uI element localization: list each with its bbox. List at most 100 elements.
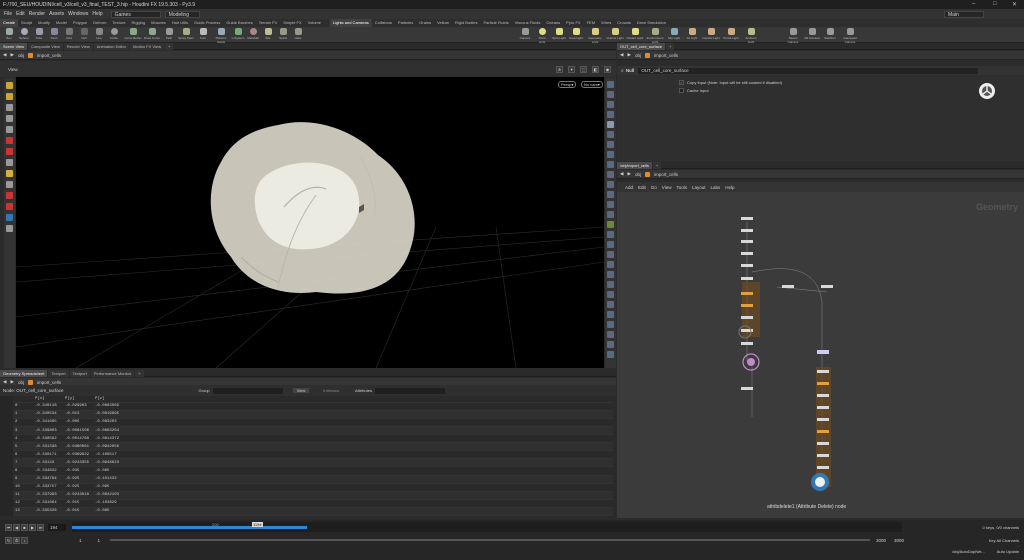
- range-start-2[interactable]: 1: [98, 538, 101, 543]
- shelf-tab[interactable]: Model: [53, 19, 70, 27]
- table-row[interactable]: 1 -0.340534 -0.013 -0.0819995: [13, 410, 613, 419]
- shelf-tab[interactable]: Wires: [598, 19, 614, 27]
- loop-icon[interactable]: ↻: [5, 536, 12, 544]
- tool-curve-bezier[interactable]: Curve Bezier: [124, 28, 142, 40]
- move-tool-icon[interactable]: [6, 104, 13, 111]
- tool-circle[interactable]: Circle: [107, 28, 121, 40]
- net-menu-labs[interactable]: Labs: [711, 185, 721, 190]
- shelf-tab[interactable]: Guide Brushes: [223, 19, 255, 27]
- table-row[interactable]: 9 -0.334784 -0.025 -0.101432: [13, 475, 613, 484]
- tool-geometry-light[interactable]: Geometry Light: [586, 28, 604, 44]
- shelf-tab[interactable]: Rigid Bodies: [452, 19, 480, 27]
- shelf-tab[interactable]: Terrain FX: [256, 19, 280, 27]
- display-option-icon[interactable]: [607, 281, 614, 288]
- scene-viewport[interactable]: Persp▾ No cam▾: [16, 77, 604, 368]
- intrinsics-menu[interactable]: Intrinsics: [323, 388, 339, 393]
- shelf-tab[interactable]: Modify: [35, 19, 53, 27]
- tool-spray-paint[interactable]: Spray Paint: [177, 28, 195, 40]
- tool-font[interactable]: Font: [196, 28, 210, 40]
- display-option-icon[interactable]: [607, 301, 614, 308]
- group-field[interactable]: [212, 387, 283, 394]
- tool-stereo-camera[interactable]: Stereo Camera: [784, 28, 802, 44]
- dop-path[interactable]: /obj/AutoDopNet...: [952, 549, 985, 554]
- range-start[interactable]: 1: [79, 538, 82, 543]
- menu-help[interactable]: Help: [92, 11, 102, 17]
- net-menu-go[interactable]: Go: [651, 185, 657, 190]
- network-box[interactable]: [742, 282, 760, 337]
- display-option-icon[interactable]: [607, 181, 614, 188]
- select-tool-icon[interactable]: [6, 82, 13, 89]
- shelf-tab[interactable]: Grains: [416, 19, 434, 27]
- tab-textport-2[interactable]: Textport: [69, 369, 90, 377]
- shelf-tab[interactable]: Guide Process: [191, 19, 223, 27]
- net-menu-view[interactable]: View: [662, 185, 672, 190]
- handle-tool-icon[interactable]: [6, 93, 13, 100]
- shelf-tab[interactable]: Muscles: [148, 19, 169, 27]
- ruler-icon[interactable]: [6, 225, 13, 232]
- play-icon[interactable]: ▶: [29, 523, 36, 531]
- tool-caustic-light[interactable]: Caustic Light: [702, 28, 720, 40]
- tool-line[interactable]: Line: [92, 28, 106, 40]
- display-option-icon[interactable]: [607, 161, 614, 168]
- key-all-channels[interactable]: Key All Channels: [989, 538, 1019, 543]
- display-option-icon[interactable]: [607, 151, 614, 158]
- display-option-icon[interactable]: [607, 231, 614, 238]
- forward-icon[interactable]: ▶: [627, 52, 630, 58]
- shelf-tab[interactable]: Sculpt: [18, 19, 35, 27]
- tool-sky-light[interactable]: Sky Light: [666, 28, 682, 40]
- back-icon[interactable]: ◀: [3, 52, 6, 58]
- shelf-tab[interactable]: Polygon: [70, 19, 90, 27]
- path-obj[interactable]: obj: [18, 380, 24, 385]
- pose-icon[interactable]: ✦: [568, 65, 575, 73]
- shelf-tab[interactable]: Simple FX: [280, 19, 304, 27]
- path-node[interactable]: import_cells: [37, 380, 61, 385]
- shelf-tab[interactable]: Hair Utils: [169, 19, 191, 27]
- tool-file[interactable]: File: [261, 28, 275, 40]
- back-icon[interactable]: ◀: [620, 52, 623, 58]
- step-back-icon[interactable]: ◀: [13, 523, 20, 531]
- tab-textport[interactable]: Textport: [48, 369, 69, 377]
- tab-animation-editor[interactable]: Animation Editor: [93, 42, 130, 50]
- table-row[interactable]: 7 -0.33143 -0.0243355 -0.0948623: [13, 458, 613, 468]
- tool-volume-light[interactable]: Volume Light: [606, 28, 624, 40]
- snap-tool-icon[interactable]: [6, 203, 13, 210]
- ground-icon[interactable]: [6, 214, 13, 221]
- tab-composite-view[interactable]: Composite View: [28, 42, 63, 50]
- display-option-icon[interactable]: [607, 211, 614, 218]
- tool-point-light[interactable]: Point Light: [535, 28, 549, 44]
- cache-input-checkbox[interactable]: [679, 87, 684, 93]
- add-tab-icon[interactable]: +: [652, 161, 662, 169]
- table-row[interactable]: 11 -0.337983 -0.0243018 -0.0842103: [13, 491, 613, 500]
- path-obj[interactable]: obj: [18, 53, 24, 58]
- pose-tool-icon[interactable]: [6, 148, 13, 155]
- maximize-button[interactable]: □: [993, 1, 997, 7]
- back-icon[interactable]: ◀: [620, 171, 623, 177]
- shelf-tab-lights[interactable]: Lights and Cameras: [329, 19, 372, 27]
- tool-gi-light[interactable]: GI Light: [684, 28, 700, 40]
- table-row[interactable]: 0 -0.340118 -0.029903 -0.0683069: [13, 402, 613, 411]
- network-editor[interactable]: Add Edit Go View Tools Layout Labs Help …: [617, 182, 1024, 518]
- search-icon[interactable]: ⌕: [621, 68, 624, 74]
- display-option-icon[interactable]: [607, 331, 614, 338]
- table-row[interactable]: 3 -0.339803 -0.0081506 -0.0663264: [13, 426, 613, 436]
- table-row[interactable]: 4 -0.338592 -0.0014768 -0.0814372: [13, 434, 613, 444]
- tab-scene-view[interactable]: Scene View: [0, 42, 28, 50]
- tool-helix[interactable]: Helix: [291, 28, 305, 40]
- display-option-icon[interactable]: [607, 291, 614, 298]
- minimize-button[interactable]: –: [972, 1, 975, 7]
- add-tab-icon[interactable]: +: [666, 42, 675, 50]
- tool-vr-camera[interactable]: VR Camera: [804, 28, 820, 40]
- menu-assets[interactable]: Assets: [49, 11, 64, 17]
- tab-motion-fx-view[interactable]: Motion FX View: [130, 42, 165, 50]
- shelf-tab[interactable]: Oceans: [543, 19, 563, 27]
- display-option-icon[interactable]: [607, 141, 614, 148]
- path-obj[interactable]: obj: [635, 53, 641, 58]
- desktop-select[interactable]: Games: [110, 10, 161, 18]
- shelf-tab[interactable]: Vellum: [434, 19, 452, 27]
- snap-icon[interactable]: ⋔: [556, 65, 563, 73]
- shelf-tab[interactable]: Viscous Fluids: [512, 19, 544, 27]
- transform-icon[interactable]: [6, 137, 13, 144]
- shelf-tab[interactable]: FEM: [584, 19, 598, 27]
- table-row[interactable]: 12 -0.331664 -0.015 -0.103829: [13, 499, 613, 508]
- shelf-tab[interactable]: Pyro FX: [563, 19, 583, 27]
